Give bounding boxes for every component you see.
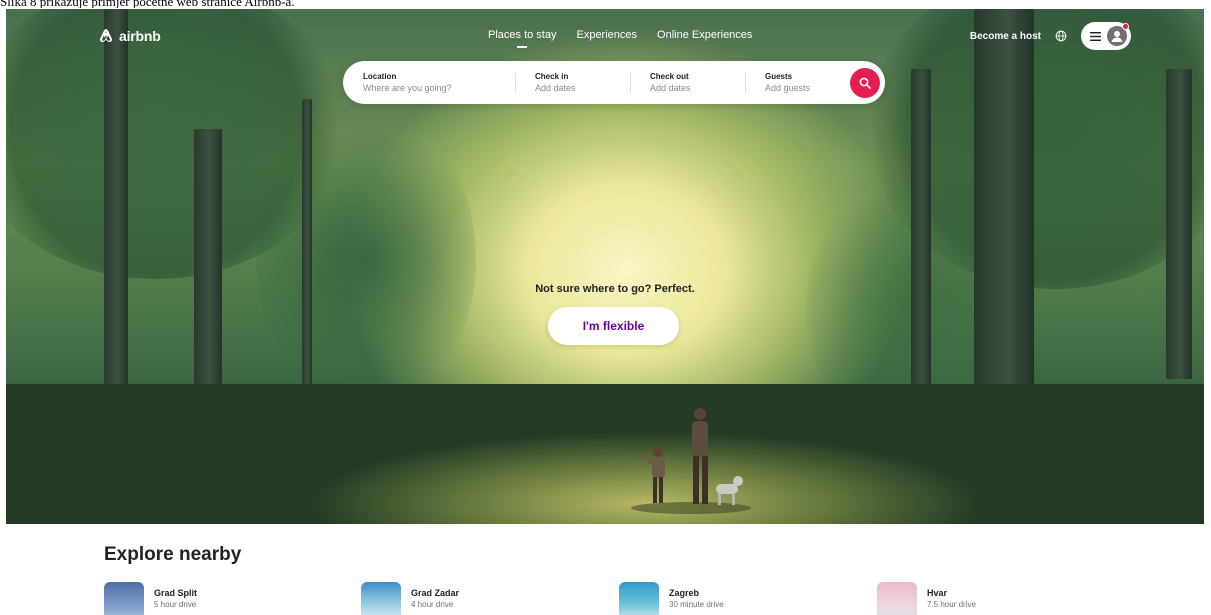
nearby-item-zagreb[interactable]: Zagreb 30 minute drive xyxy=(619,582,724,615)
nearby-distance: 30 minute drive xyxy=(669,600,724,609)
nav-right-actions: Become a host xyxy=(970,22,1131,50)
nearby-thumbnail-grad-split xyxy=(104,582,144,615)
document-caption: Slika 8 prikazuje primjer početne web st… xyxy=(0,0,1211,8)
check-out-placeholder: Add dates xyxy=(650,83,691,93)
location-placeholder: Where are you going? xyxy=(363,83,452,93)
search-guests-field[interactable]: Guests Add guests xyxy=(745,61,845,104)
hamburger-menu-icon xyxy=(1090,31,1101,41)
nearby-item-grad-zadar[interactable]: Grad Zadar 4 hour drive xyxy=(361,582,459,615)
user-silhouette-icon xyxy=(1111,31,1123,42)
top-nav-tabs: Places to stay Experiences Online Experi… xyxy=(488,29,752,41)
check-in-placeholder: Add dates xyxy=(535,83,576,93)
guests-placeholder: Add guests xyxy=(765,83,811,93)
nearby-name: Zagreb xyxy=(669,588,700,598)
tab-experiences[interactable]: Experiences xyxy=(576,29,637,41)
tab-places-to-stay[interactable]: Places to stay xyxy=(488,29,556,41)
search-bar: Location Where are you going? Check in A… xyxy=(343,61,885,104)
nearby-distance: 7.5 hour drive xyxy=(927,600,976,609)
hero-tree-trunk xyxy=(974,9,1034,409)
hero-foliage-mid xyxy=(256,109,476,409)
nearby-name: Grad Zadar xyxy=(411,588,460,598)
nearby-thumbnail-hvar xyxy=(877,582,917,615)
search-location-field[interactable]: Location Where are you going? xyxy=(343,61,515,104)
hero-ground xyxy=(6,384,1204,524)
search-icon xyxy=(859,77,871,89)
explore-nearby-heading: Explore nearby xyxy=(104,544,242,565)
airbnb-logo[interactable]: airbnb xyxy=(98,27,161,45)
nearby-name: Grad Split xyxy=(154,588,198,598)
nearby-thumbnail-grad-zadar xyxy=(361,582,401,615)
become-a-host-link[interactable]: Become a host xyxy=(970,31,1041,42)
nearby-item-grad-split[interactable]: Grad Split 5 hour drive xyxy=(104,582,197,615)
im-flexible-button[interactable]: I'm flexible xyxy=(548,307,679,345)
hero-tree-trunk xyxy=(1166,69,1192,379)
search-button[interactable] xyxy=(850,68,880,98)
check-in-label: Check in xyxy=(535,72,569,81)
notification-badge xyxy=(1122,23,1129,30)
airbnb-logo-text: airbnb xyxy=(119,28,161,44)
tab-online-experiences[interactable]: Online Experiences xyxy=(657,29,752,41)
user-menu-button[interactable] xyxy=(1081,22,1131,50)
airbnb-logo-icon xyxy=(100,29,112,42)
explore-nearby-list: Grad Split 5 hour drive Grad Zadar 4 hou… xyxy=(104,582,1104,615)
nearby-name: Hvar xyxy=(927,588,948,598)
hero-figures-illustration xyxy=(631,408,751,514)
hero-tagline: Not sure where to go? Perfect. xyxy=(535,283,695,295)
guests-label: Guests xyxy=(765,72,793,81)
nearby-distance: 5 hour drive xyxy=(154,600,197,609)
nearby-item-hvar[interactable]: Hvar 7.5 hour drive xyxy=(877,582,976,615)
hero-tree-trunk xyxy=(911,69,931,409)
search-check-out-field[interactable]: Check out Add dates xyxy=(630,61,745,104)
location-label: Location xyxy=(363,72,397,81)
nearby-distance: 4 hour drive xyxy=(411,600,454,609)
search-check-in-field[interactable]: Check in Add dates xyxy=(515,61,630,104)
nearby-thumbnail-zagreb xyxy=(619,582,659,615)
check-out-label: Check out xyxy=(650,72,689,81)
globe-icon[interactable] xyxy=(1055,30,1067,42)
